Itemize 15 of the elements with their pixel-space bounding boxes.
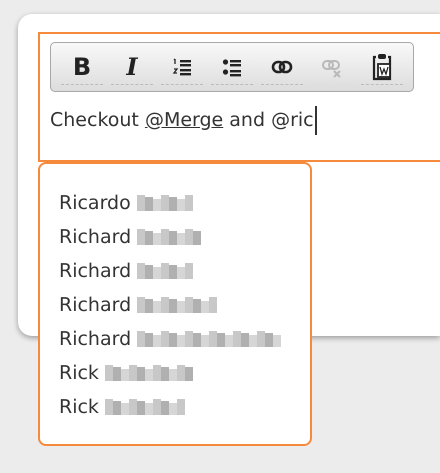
clipboard-icon — [371, 52, 393, 80]
redacted-text — [137, 229, 204, 245]
text-editor[interactable]: B I Checkout @Merge and @ric — [38, 32, 440, 162]
numbered-list-icon — [171, 56, 193, 78]
mention-option[interactable]: Richard — [59, 254, 310, 288]
mention-option[interactable]: Ricardo — [59, 186, 310, 220]
italic-button[interactable]: I — [111, 49, 153, 85]
mention-option[interactable]: Rick — [59, 390, 310, 424]
redacted-text — [136, 195, 193, 211]
editor-text: Checkout @Merge and @ric — [50, 106, 317, 134]
mention-option[interactable]: Richard — [59, 322, 310, 356]
mention-option[interactable]: Richard — [59, 288, 310, 322]
bold-button[interactable]: B — [61, 49, 103, 85]
mention-option[interactable]: Richard — [59, 220, 310, 254]
mention-option[interactable]: Rick — [59, 356, 310, 390]
